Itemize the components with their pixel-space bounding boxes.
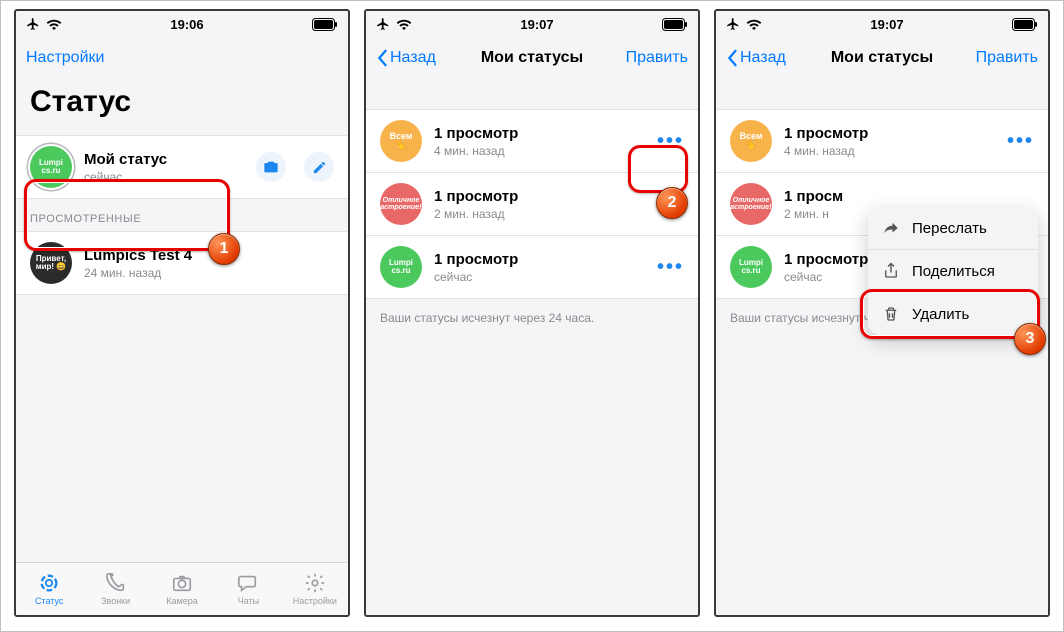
- status-thumb: Всем 👋: [380, 120, 422, 162]
- clock: 19:06: [170, 17, 203, 32]
- my-status-title: Мой статус: [84, 151, 256, 168]
- tab-calls[interactable]: Звонки: [82, 563, 148, 615]
- pencil-status-button[interactable]: [304, 152, 334, 182]
- battery-icon: [1012, 18, 1038, 31]
- tab-camera[interactable]: Камера: [149, 563, 215, 615]
- status-bar: 19:06: [16, 11, 348, 37]
- wifi-icon: [46, 18, 62, 30]
- status-thumb: Всем 👋: [730, 120, 772, 162]
- wifi-icon: [746, 18, 762, 30]
- status-thumb: Lumpi cs.ru: [730, 246, 772, 288]
- trash-icon: [882, 305, 900, 323]
- share-icon: [882, 262, 900, 280]
- status-entry[interactable]: Всем 👋 1 просмотр4 мин. назад •••: [716, 109, 1048, 173]
- back-button[interactable]: Назад: [376, 49, 436, 67]
- footer-note: Ваши статусы исчезнут через 24 часа.: [366, 299, 698, 337]
- back-button[interactable]: Назад: [726, 49, 786, 67]
- page-title: Статус: [16, 79, 348, 135]
- battery-icon: [662, 18, 688, 31]
- action-sheet: Переслать Поделиться Удалить: [868, 207, 1038, 335]
- nav-bar: Назад Мои статусы Править: [366, 37, 698, 79]
- status-bar: 19:07: [366, 11, 698, 37]
- airplane-icon: [726, 17, 740, 31]
- viewed-status-row[interactable]: Привет, мир! 😄 Lumpics Test 4 24 мин. на…: [16, 231, 348, 295]
- edit-button[interactable]: Править: [626, 49, 688, 67]
- status-entry[interactable]: Lumpi cs.ru 1 просмотрсейчас •••: [366, 236, 698, 299]
- status-tab-icon: [38, 572, 60, 594]
- screen-my-statuses: 19:07 Назад Мои статусы Править Всем 👋 1…: [364, 9, 700, 617]
- status-thumb: Отличное настроение!!!: [730, 183, 772, 225]
- viewed-sub: 24 мин. назад: [84, 266, 334, 280]
- screen-status-home: 19:06 Настройки Статус Lumpi cs.ru Мой с…: [14, 9, 350, 617]
- delete-action[interactable]: Удалить: [868, 293, 1038, 335]
- screen-my-statuses-menu: 19:07 Назад Мои статусы Править Всем 👋 1…: [714, 9, 1050, 617]
- edit-button[interactable]: Править: [976, 49, 1038, 67]
- my-status-sub: сейчас: [84, 170, 256, 184]
- chats-tab-icon: [237, 572, 259, 594]
- my-status-row[interactable]: Lumpi cs.ru Мой статус сейчас: [16, 135, 348, 199]
- viewed-header: ПРОСМОТРЕННЫЕ: [16, 199, 348, 231]
- nav-bar: Назад Мои статусы Править: [716, 37, 1048, 79]
- settings-tab-icon: [304, 572, 326, 594]
- viewed-thumb: Привет, мир! 😄: [30, 242, 72, 284]
- clock: 19:07: [520, 17, 553, 32]
- battery-icon: [312, 18, 338, 31]
- viewed-title: Lumpics Test 4: [84, 247, 334, 264]
- airplane-icon: [26, 17, 40, 31]
- tab-bar: Статус Звонки Камера Чаты Настройки: [16, 562, 348, 615]
- nav-bar: Настройки: [16, 37, 348, 79]
- status-entry[interactable]: Отличное настроение!!! 1 просмотр2 мин. …: [366, 173, 698, 236]
- my-status-thumb: Lumpi cs.ru: [30, 146, 72, 188]
- tab-chats[interactable]: Чаты: [215, 563, 281, 615]
- chevron-left-icon: [376, 49, 388, 67]
- chevron-left-icon: [726, 49, 738, 67]
- status-bar: 19:07: [716, 11, 1048, 37]
- camera-tab-icon: [171, 572, 193, 594]
- calls-tab-icon: [105, 572, 127, 594]
- forward-action[interactable]: Переслать: [868, 207, 1038, 250]
- settings-link[interactable]: Настройки: [26, 49, 104, 67]
- status-entry[interactable]: Всем 👋 1 просмотр4 мин. назад •••: [366, 109, 698, 173]
- share-action[interactable]: Поделиться: [868, 250, 1038, 293]
- status-thumb: Lumpi cs.ru: [380, 246, 422, 288]
- wifi-icon: [396, 18, 412, 30]
- tab-status[interactable]: Статус: [16, 563, 82, 615]
- clock: 19:07: [870, 17, 903, 32]
- status-thumb: Отличное настроение!!!: [380, 183, 422, 225]
- tab-settings[interactable]: Настройки: [282, 563, 348, 615]
- forward-icon: [882, 219, 900, 237]
- camera-status-button[interactable]: [256, 152, 286, 182]
- airplane-icon: [376, 17, 390, 31]
